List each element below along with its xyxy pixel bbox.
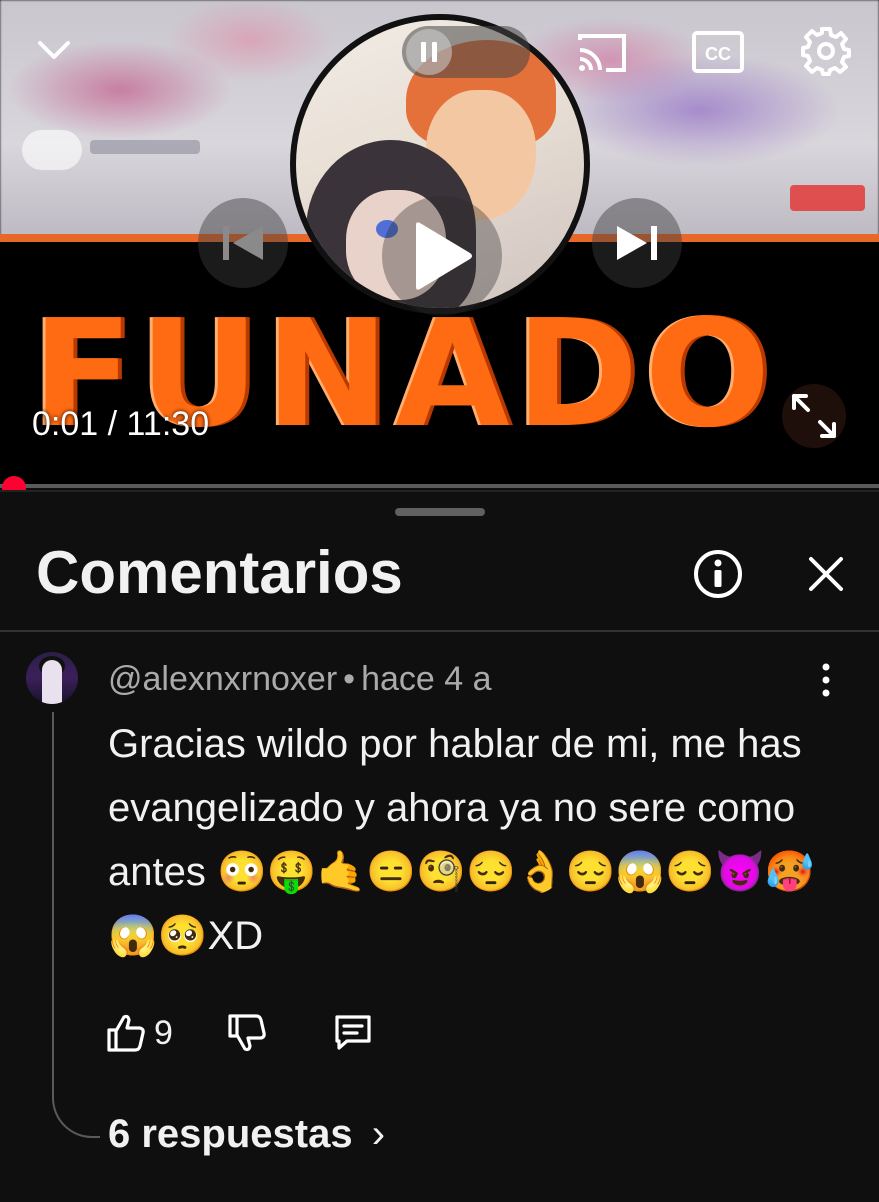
play-icon <box>416 222 472 290</box>
dislike-button[interactable] <box>225 1011 269 1055</box>
play-button[interactable] <box>382 196 502 316</box>
progress-bar[interactable] <box>0 484 879 488</box>
like-count: 9 <box>154 1013 173 1052</box>
comment-meta: @alexnxrnoxer • hace 4 a <box>108 660 492 699</box>
view-replies-button[interactable]: 6 respuestas › <box>108 1112 385 1157</box>
video-player[interactable]: FUNADO CC 0:01 / 11:30 <box>0 0 879 488</box>
header-divider <box>0 630 879 632</box>
captions-icon: CC <box>692 31 744 73</box>
like-button[interactable] <box>104 1011 148 1055</box>
meta-separator: • <box>343 660 356 698</box>
time-separator: / <box>107 405 118 443</box>
captions-button[interactable]: CC <box>692 30 744 74</box>
cast-button[interactable] <box>574 30 630 76</box>
comment-options-button[interactable] <box>808 660 844 700</box>
chevron-down-icon <box>38 41 70 59</box>
settings-icon <box>801 27 851 76</box>
more-vertical-icon <box>822 663 830 697</box>
fullscreen-button[interactable] <box>782 384 846 448</box>
previous-button[interactable] <box>198 198 288 288</box>
thumbs-down-icon <box>228 1014 266 1052</box>
avatar[interactable] <box>26 652 78 704</box>
comment-author[interactable]: @alexnxrnoxer <box>108 660 337 698</box>
next-button[interactable] <box>592 198 682 288</box>
comment-icon <box>335 1015 371 1050</box>
comment-age: hace 4 a <box>361 660 492 698</box>
settings-button[interactable] <box>800 26 852 78</box>
fullscreen-icon <box>792 394 836 438</box>
close-icon <box>809 557 843 591</box>
replies-label: 6 respuestas <box>108 1112 353 1156</box>
thumbnail-blurred-logo <box>22 130 82 170</box>
comment-text: Gracias wildo por hablar de mi, me has e… <box>108 722 815 958</box>
thumbnail-blurred-text <box>90 140 200 154</box>
drag-handle[interactable] <box>395 508 485 516</box>
minimize-button[interactable] <box>30 28 78 72</box>
cast-icon <box>578 34 626 72</box>
reply-button[interactable] <box>331 1011 375 1055</box>
time-display: 0:01 / 11:30 <box>32 405 209 444</box>
autoplay-toggle[interactable] <box>402 26 530 78</box>
thumbs-up-icon <box>107 1014 145 1052</box>
next-icon <box>617 226 657 260</box>
close-button[interactable] <box>800 548 852 600</box>
info-button[interactable] <box>692 548 744 600</box>
svg-text:CC: CC <box>705 44 731 64</box>
reply-thread-line <box>52 712 100 1138</box>
thumbnail-blurred-button <box>790 185 865 211</box>
comments-title: Comentarios <box>36 539 403 606</box>
chevron-right-icon: › <box>371 1112 386 1156</box>
pause-icon <box>406 29 452 75</box>
previous-icon <box>223 226 263 260</box>
time-total: 11:30 <box>126 405 210 443</box>
time-current: 0:01 <box>32 405 99 443</box>
info-icon <box>694 550 742 598</box>
comment-actions: 9 <box>104 1008 375 1058</box>
